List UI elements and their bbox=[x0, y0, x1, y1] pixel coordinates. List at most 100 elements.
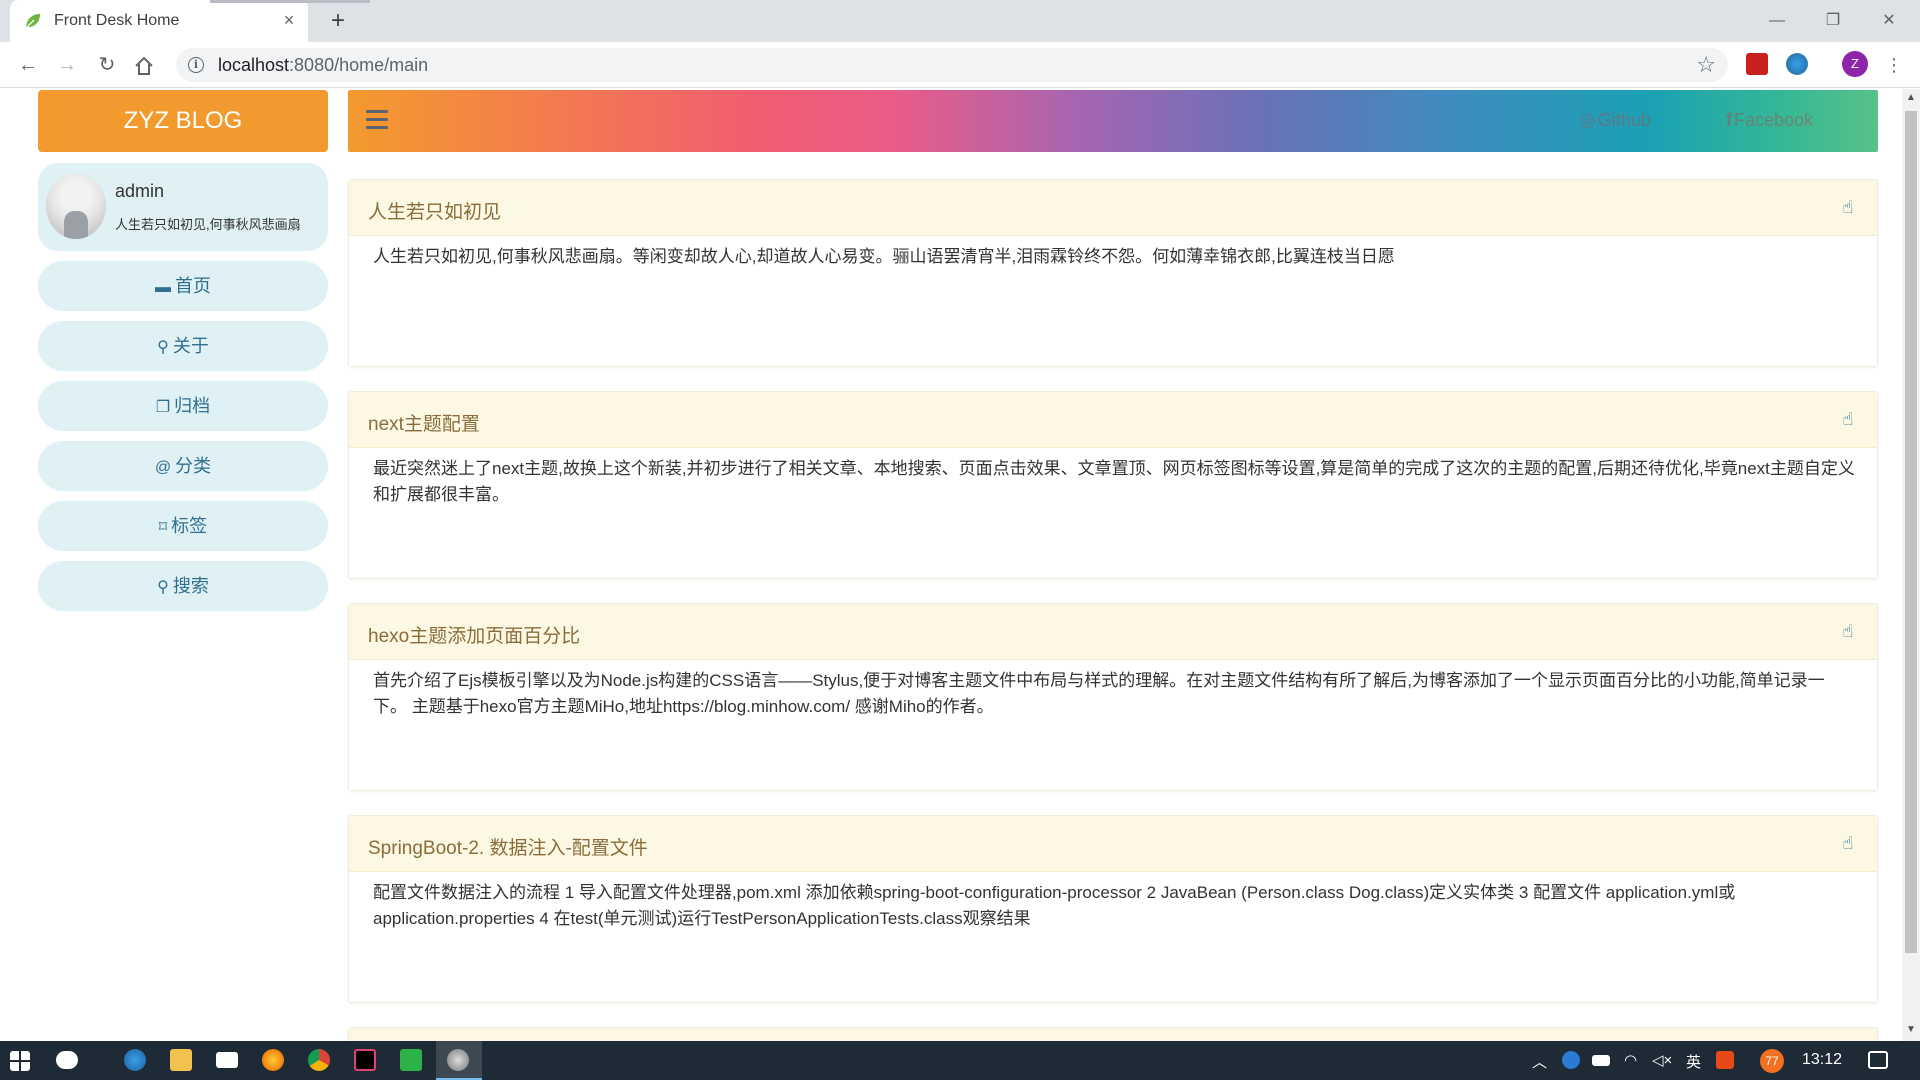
bookmark-star-icon[interactable]: ☆ bbox=[1696, 52, 1716, 78]
browser-app-icon[interactable] bbox=[124, 1049, 146, 1071]
notification-badge[interactable]: 77 bbox=[1760, 1049, 1784, 1073]
scroll-up-icon[interactable]: ▲ bbox=[1906, 93, 1916, 103]
address-bar[interactable]: i localhost:8080/home/main ☆ bbox=[176, 48, 1728, 82]
github-link-label: Github bbox=[1597, 110, 1651, 130]
sidebar-item-label: 归档 bbox=[174, 396, 211, 416]
sogou-input-icon[interactable] bbox=[1716, 1051, 1734, 1069]
post-card: 人生若只如初见 ☝ 人生若只如初见,何事秋风悲画扇。等闲变却故人心,却道故人心易… bbox=[348, 179, 1878, 367]
battery-icon[interactable] bbox=[1592, 1055, 1610, 1066]
profile-avatar[interactable]: Z bbox=[1842, 51, 1868, 77]
thumbs-up-icon[interactable]: ☝ bbox=[1837, 196, 1859, 218]
tray-chevron-icon[interactable]: ︿ bbox=[1532, 1051, 1547, 1072]
post-title[interactable]: next主题配置 bbox=[368, 409, 480, 436]
post-summary: 人生若只如初见,何事秋风悲画扇。等闲变却故人心,却道故人心易变。骊山语罢清宵半,… bbox=[373, 247, 1395, 266]
sidebar-item-home[interactable]: ▬ 首页 bbox=[38, 261, 328, 311]
forward-arrow-icon[interactable]: → bbox=[53, 51, 81, 79]
cortana-chat-icon[interactable] bbox=[56, 1051, 78, 1069]
user-icon: ⚲ bbox=[157, 339, 169, 356]
chrome-icon[interactable] bbox=[308, 1049, 330, 1071]
post-header: next主题配置 ☝ bbox=[349, 392, 1877, 448]
sidebar-item-label: 标签 bbox=[171, 516, 208, 536]
profile-motto: 人生若只如初见,何事秋风悲画扇 bbox=[115, 217, 301, 232]
post-header: SpringBoot-2. 数据注入-配置文件 ☝ bbox=[349, 816, 1877, 872]
post-card: next主题配置 ☝ 最近突然迷上了next主题,故换上这个新装,并初步进行了相… bbox=[348, 391, 1878, 579]
sidebar-item-categories[interactable]: @ 分类 bbox=[38, 441, 328, 491]
post-header: 人生若只如初见 ☝ bbox=[349, 180, 1877, 236]
facebook-link[interactable]: f Facebook bbox=[1726, 110, 1813, 131]
file-explorer-icon[interactable] bbox=[170, 1049, 192, 1071]
info-icon[interactable]: i bbox=[188, 57, 204, 73]
scroll-down-icon[interactable]: ▼ bbox=[1906, 1025, 1916, 1035]
action-center-icon[interactable] bbox=[1868, 1051, 1888, 1069]
sidebar-item-archive[interactable]: ❐ 归档 bbox=[38, 381, 328, 431]
post-card-partial bbox=[348, 1027, 1878, 1041]
volume-muted-icon[interactable]: ◁× bbox=[1652, 1051, 1672, 1069]
search-icon: ⚲ bbox=[157, 579, 169, 596]
tab-loading-bar bbox=[210, 0, 370, 3]
archive-box-icon: ▬ bbox=[155, 279, 171, 296]
facebook-icon: f bbox=[1726, 110, 1732, 130]
windows-taskbar: ︿ ◠ ◁× 英 77 13:12 bbox=[0, 1041, 1920, 1080]
hbuilder-icon[interactable] bbox=[400, 1049, 422, 1071]
tray-app-icon[interactable] bbox=[1562, 1051, 1580, 1069]
minimize-button[interactable]: — bbox=[1754, 6, 1800, 36]
thumbs-up-icon[interactable]: ☝ bbox=[1837, 408, 1859, 430]
hamburger-menu-icon[interactable] bbox=[366, 110, 388, 132]
address-url[interactable]: localhost:8080/home/main bbox=[218, 55, 428, 76]
facebook-link-label: Facebook bbox=[1734, 110, 1814, 130]
navicat-icon[interactable] bbox=[447, 1049, 469, 1071]
post-title[interactable]: SpringBoot-2. 数据注入-配置文件 bbox=[368, 833, 648, 860]
scrollbar-thumb[interactable] bbox=[1905, 111, 1917, 953]
sidebar-item-search[interactable]: ⚲ 搜索 bbox=[38, 561, 328, 611]
leaf-icon bbox=[25, 14, 40, 29]
post-title[interactable]: hexo主题添加页面百分比 bbox=[368, 621, 580, 648]
top-navbar: ◎ Github f Facebook bbox=[348, 90, 1878, 152]
tab-title: Front Desk Home bbox=[54, 12, 180, 29]
bookmark-icon: ⌑ bbox=[158, 519, 168, 536]
github-link[interactable]: ◎ Github bbox=[1580, 110, 1651, 131]
reload-icon[interactable]: ↻ bbox=[93, 51, 121, 79]
maximize-button[interactable]: ❐ bbox=[1810, 6, 1856, 36]
post-summary: 配置文件数据注入的流程 1 导入配置文件处理器,pom.xml 添加依赖spri… bbox=[373, 883, 1736, 928]
post-card: SpringBoot-2. 数据注入-配置文件 ☝ 配置文件数据注入的流程 1 … bbox=[348, 815, 1878, 1003]
avatar bbox=[46, 173, 106, 239]
firefox-icon[interactable] bbox=[262, 1049, 284, 1071]
blog-brand[interactable]: ZYZ BLOG bbox=[38, 90, 328, 152]
window-close-button[interactable]: ✕ bbox=[1866, 6, 1912, 36]
post-summary: 首先介绍了Ejs模板引擎以及为Node.js构建的CSS语言——Stylus,便… bbox=[373, 671, 1825, 716]
windows-start-icon[interactable] bbox=[10, 1051, 30, 1071]
browser-tab-strip: Front Desk Home × + — ❐ ✕ bbox=[0, 0, 1920, 42]
thumbs-up-icon[interactable]: ☝ bbox=[1837, 832, 1859, 854]
new-tab-button[interactable]: + bbox=[324, 8, 352, 36]
home-icon[interactable] bbox=[133, 55, 155, 77]
sidebar-item-label: 搜索 bbox=[172, 576, 209, 596]
page-scrollbar[interactable]: ▲ ▼ bbox=[1902, 89, 1920, 1041]
tab-close-icon[interactable]: × bbox=[278, 9, 300, 31]
post-title[interactable]: 人生若只如初见 bbox=[368, 197, 501, 224]
post-summary: 最近突然迷上了next主题,故换上这个新装,并初步进行了相关文章、本地搜索、页面… bbox=[373, 459, 1855, 504]
at-sign-icon: @ bbox=[154, 459, 172, 476]
mail-icon[interactable] bbox=[216, 1052, 238, 1068]
wifi-icon[interactable]: ◠ bbox=[1624, 1051, 1637, 1069]
intellij-icon[interactable] bbox=[354, 1049, 376, 1071]
sidebar-item-label: 关于 bbox=[172, 336, 209, 356]
profile-card: admin 人生若只如初见,何事秋风悲画扇 bbox=[38, 163, 328, 251]
files-icon: ❐ bbox=[155, 399, 171, 416]
back-arrow-icon[interactable]: ← bbox=[14, 51, 42, 79]
ime-indicator[interactable]: 英 bbox=[1686, 1051, 1701, 1072]
sidebar-item-label: 分类 bbox=[175, 456, 212, 476]
post-header: hexo主题添加页面百分比 ☝ bbox=[349, 604, 1877, 660]
profile-name: admin bbox=[115, 181, 165, 201]
sidebar-item-label: 首页 bbox=[175, 276, 211, 296]
flash-extension-icon[interactable] bbox=[1746, 53, 1768, 75]
sidebar-item-tags[interactable]: ⌑ 标签 bbox=[38, 501, 328, 551]
browser-tab[interactable]: Front Desk Home × bbox=[10, 0, 308, 42]
github-icon: ◎ bbox=[1580, 110, 1596, 130]
globe-extension-icon[interactable] bbox=[1786, 53, 1808, 75]
post-header bbox=[349, 1028, 1877, 1041]
sidebar-item-about[interactable]: ⚲ 关于 bbox=[38, 321, 328, 371]
thumbs-up-icon[interactable]: ☝ bbox=[1837, 620, 1859, 642]
browser-menu-icon[interactable]: ⋮ bbox=[1880, 51, 1908, 79]
post-card: hexo主题添加页面百分比 ☝ 首先介绍了Ejs模板引擎以及为Node.js构建… bbox=[348, 603, 1878, 791]
clock[interactable]: 13:12 bbox=[1802, 1051, 1842, 1069]
